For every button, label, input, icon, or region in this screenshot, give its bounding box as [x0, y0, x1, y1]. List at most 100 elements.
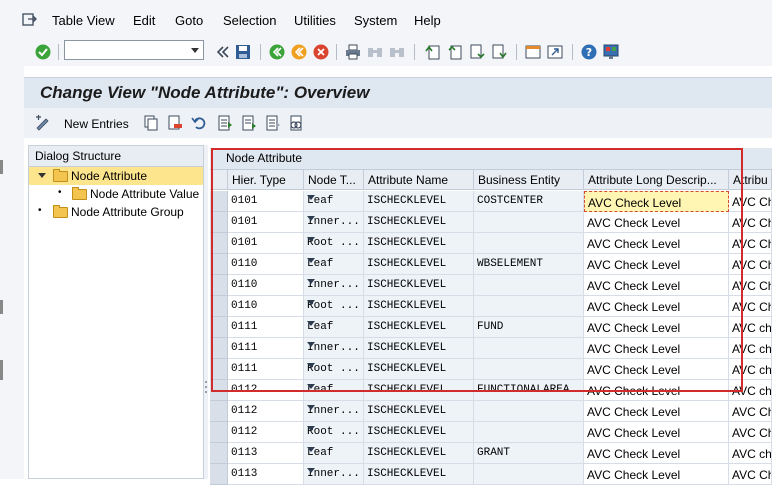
dropdown-arrow-icon[interactable]: [307, 300, 315, 305]
dropdown-arrow-icon[interactable]: [307, 237, 315, 242]
previous-page-icon[interactable]: [446, 43, 464, 61]
cell-attribute[interactable]: AVC Ch: [729, 233, 772, 254]
first-page-icon[interactable]: [424, 43, 442, 61]
column-header-node-type[interactable]: Node T...: [304, 170, 364, 190]
cell-business-entity[interactable]: COSTCENTER: [474, 191, 584, 212]
cell-attribute-name[interactable]: ISCHECKLEVEL: [364, 212, 474, 233]
cell-attribute-long-description[interactable]: AVC Check Level: [584, 401, 729, 422]
cell-hier-type[interactable]: 0113: [228, 443, 304, 464]
last-page-icon[interactable]: [490, 43, 508, 61]
cell-attribute[interactable]: AVC Ch: [729, 191, 772, 212]
shortcut-icon[interactable]: [546, 43, 564, 61]
row-selector[interactable]: [210, 296, 228, 317]
cell-attribute-name[interactable]: ISCHECKLEVEL: [364, 191, 474, 212]
row-selector[interactable]: [210, 401, 228, 422]
find-icon[interactable]: [366, 43, 384, 61]
cell-node-type[interactable]: Root ...: [304, 359, 364, 380]
cell-attribute-long-description[interactable]: AVC Check Level: [584, 275, 729, 296]
cell-node-type[interactable]: Leaf: [304, 443, 364, 464]
other-view-icon[interactable]: [288, 114, 306, 132]
new-entries-button[interactable]: New Entries: [64, 117, 129, 131]
cell-hier-type[interactable]: 0112: [228, 380, 304, 401]
chevrons-left-icon[interactable]: [214, 43, 232, 61]
cell-business-entity[interactable]: [474, 296, 584, 317]
dropdown-arrow-icon[interactable]: [307, 258, 315, 263]
row-selector[interactable]: [210, 212, 228, 233]
exit-icon[interactable]: [290, 43, 308, 61]
column-header-business-entity[interactable]: Business Entity: [474, 170, 584, 190]
menu-utilities[interactable]: Utilities: [294, 13, 336, 28]
cell-hier-type[interactable]: 0101: [228, 212, 304, 233]
cell-attribute[interactable]: AVC ch: [729, 443, 772, 464]
row-selector[interactable]: [210, 464, 228, 485]
cell-node-type[interactable]: Leaf: [304, 191, 364, 212]
cell-business-entity[interactable]: GRANT: [474, 443, 584, 464]
cell-node-type[interactable]: Root ...: [304, 422, 364, 443]
cell-node-type[interactable]: Inner...: [304, 212, 364, 233]
menu-system[interactable]: System: [354, 13, 397, 28]
command-field[interactable]: [64, 40, 204, 60]
deselect-all-icon[interactable]: [264, 114, 282, 132]
cell-hier-type[interactable]: 0110: [228, 275, 304, 296]
cell-attribute-long-description[interactable]: AVC Check Level: [584, 422, 729, 443]
cell-attribute[interactable]: AVC Ch: [729, 212, 772, 233]
cell-business-entity[interactable]: [474, 422, 584, 443]
cell-attribute[interactable]: AVC Ch: [729, 464, 772, 485]
menu-selection[interactable]: Selection: [223, 13, 276, 28]
menu-edit[interactable]: Edit: [133, 13, 155, 28]
dropdown-arrow-icon[interactable]: [307, 216, 315, 221]
cell-attribute-long-description[interactable]: AVC Check Level: [584, 296, 729, 317]
cell-business-entity[interactable]: [474, 212, 584, 233]
cell-attribute-long-description[interactable]: AVC Check Level: [584, 191, 729, 212]
row-selector[interactable]: [210, 233, 228, 254]
dropdown-arrow-icon[interactable]: [307, 195, 315, 200]
cell-attribute-long-description[interactable]: AVC Check Level: [584, 254, 729, 275]
dropdown-arrow-icon[interactable]: [307, 447, 315, 452]
cell-node-type[interactable]: Inner...: [304, 464, 364, 485]
dropdown-arrow-icon[interactable]: [307, 468, 315, 473]
cell-hier-type[interactable]: 0111: [228, 338, 304, 359]
create-session-icon[interactable]: [524, 43, 542, 61]
row-selector[interactable]: [210, 338, 228, 359]
expand-caret-icon[interactable]: [38, 173, 46, 178]
pane-splitter[interactable]: [204, 145, 208, 479]
chevron-down-icon[interactable]: [191, 48, 199, 53]
select-all-rows-header[interactable]: [210, 170, 228, 190]
tree-item-node-attribute-value[interactable]: • Node Attribute Value: [29, 185, 203, 203]
cell-node-type[interactable]: Leaf: [304, 317, 364, 338]
customize-layout-icon[interactable]: [602, 43, 620, 61]
cell-business-entity[interactable]: [474, 359, 584, 380]
display-change-icon[interactable]: [34, 114, 52, 132]
cell-attribute-name[interactable]: ISCHECKLEVEL: [364, 338, 474, 359]
menu-help[interactable]: Help: [414, 13, 441, 28]
save-icon[interactable]: [234, 43, 252, 61]
cell-node-type[interactable]: Root ...: [304, 296, 364, 317]
cancel-icon[interactable]: [312, 43, 330, 61]
cell-business-entity[interactable]: [474, 401, 584, 422]
dropdown-arrow-icon[interactable]: [307, 342, 315, 347]
cell-attribute[interactable]: AVC Ch: [729, 254, 772, 275]
cell-attribute-long-description[interactable]: AVC Check Level: [584, 317, 729, 338]
cell-attribute-name[interactable]: ISCHECKLEVEL: [364, 317, 474, 338]
menu-table-view[interactable]: Table View: [52, 13, 115, 28]
find-next-icon[interactable]: [388, 43, 406, 61]
cell-attribute[interactable]: AVC Ch: [729, 401, 772, 422]
select-all-icon[interactable]: [216, 114, 234, 132]
row-selector[interactable]: [210, 254, 228, 275]
cell-attribute-long-description[interactable]: AVC Check Level: [584, 464, 729, 485]
check-icon[interactable]: [34, 43, 52, 61]
dropdown-arrow-icon[interactable]: [307, 426, 315, 431]
cell-attribute-name[interactable]: ISCHECKLEVEL: [364, 254, 474, 275]
row-selector[interactable]: [210, 380, 228, 401]
cell-attribute[interactable]: AVC ch: [729, 338, 772, 359]
column-header-attribute-name[interactable]: Attribute Name: [364, 170, 474, 190]
cell-attribute-long-description[interactable]: AVC Check Level: [584, 212, 729, 233]
cell-attribute-name[interactable]: ISCHECKLEVEL: [364, 233, 474, 254]
help-icon[interactable]: ?: [580, 43, 598, 61]
cell-business-entity[interactable]: [474, 275, 584, 296]
back-icon[interactable]: [268, 43, 286, 61]
cell-attribute-name[interactable]: ISCHECKLEVEL: [364, 464, 474, 485]
dropdown-arrow-icon[interactable]: [307, 321, 315, 326]
cell-attribute-name[interactable]: ISCHECKLEVEL: [364, 296, 474, 317]
cell-attribute-long-description[interactable]: AVC Check Level: [584, 380, 729, 401]
